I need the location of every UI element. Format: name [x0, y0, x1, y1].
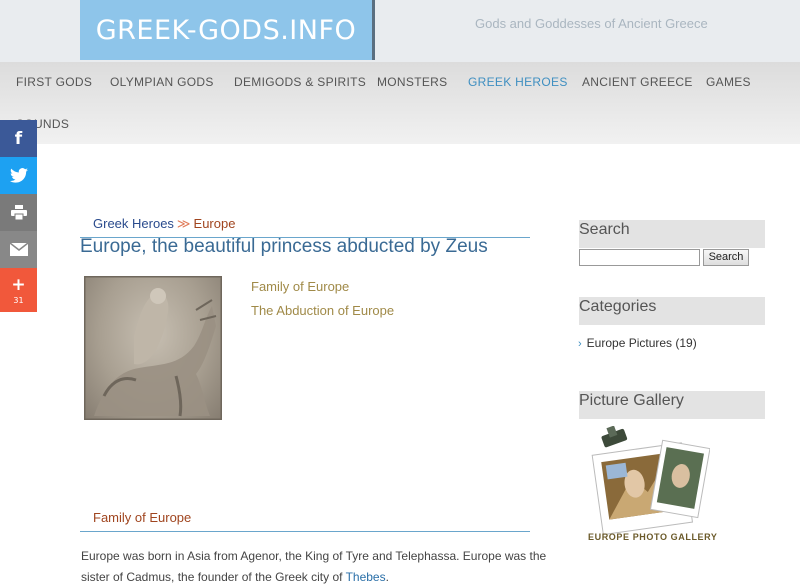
main-nav: FIRST GODS OLYMPIAN GODS DEMIGODS & SPIR… — [0, 62, 800, 144]
email-share-button[interactable] — [0, 231, 37, 268]
logo-text: GREEK-GODS.INFO — [95, 14, 357, 46]
print-icon — [10, 205, 27, 220]
thebes-link[interactable]: Thebes — [346, 570, 386, 584]
more-share-button[interactable]: + 31 — [0, 268, 37, 312]
nav-item-first-gods[interactable]: FIRST GODS — [16, 75, 92, 89]
page-title: Europe, the beautiful princess abducted … — [80, 236, 488, 257]
article-paragraph: Europe was born in Asia from Agenor, the… — [81, 546, 551, 588]
share-bar: f + 31 — [0, 120, 37, 312]
site-tagline: Gods and Goddesses of Ancient Greece — [475, 16, 708, 31]
nav-item-greek-heroes[interactable]: GREEK HEROES — [468, 75, 568, 89]
category-label: Europe Pictures (19) — [586, 336, 697, 350]
gallery-widget-title: Picture Gallery — [579, 391, 765, 419]
twitter-icon — [9, 168, 28, 183]
categories-widget-title: Categories — [579, 297, 765, 325]
chevron-right-icon: › — [578, 338, 582, 350]
nav-item-ancient-greece[interactable]: ANCIENT GREECE — [582, 75, 693, 89]
email-icon — [9, 243, 28, 256]
breadcrumb-parent-link[interactable]: Greek Heroes — [93, 216, 174, 231]
plus-icon: + — [11, 275, 26, 295]
gallery-label: EUROPE PHOTO GALLERY — [588, 532, 718, 542]
search-widget-title: Search — [579, 220, 765, 248]
search-button[interactable]: Search — [703, 249, 749, 266]
europe-relief-image — [84, 276, 222, 420]
search-input[interactable] — [579, 249, 700, 266]
category-item[interactable]: › Europe Pictures (19) — [578, 336, 697, 350]
nav-item-games[interactable]: GAMES — [706, 75, 751, 89]
print-share-button[interactable] — [0, 194, 37, 231]
paragraph-text: Europe was born in Asia from Agenor, the… — [81, 549, 547, 584]
divider — [80, 531, 530, 532]
toc-link-abduction[interactable]: The Abduction of Europe — [251, 303, 394, 318]
nav-item-monsters[interactable]: MONSTERS — [377, 75, 447, 89]
photo-gallery-image[interactable] — [585, 425, 711, 546]
facebook-icon: f — [14, 128, 23, 149]
twitter-share-button[interactable] — [0, 157, 37, 194]
site-header: GREEK-GODS.INFO Gods and Goddesses of An… — [0, 0, 800, 62]
nav-item-demigods-spirits[interactable]: DEMIGODS & SPIRITS — [234, 75, 366, 89]
share-count: 31 — [13, 296, 24, 305]
site-logo[interactable]: GREEK-GODS.INFO — [80, 0, 372, 60]
paragraph-end: . — [385, 570, 389, 584]
nav-item-olympian-gods[interactable]: OLYMPIAN GODS — [110, 75, 214, 89]
breadcrumb: Greek Heroes ≫ Europe — [93, 216, 235, 232]
facebook-share-button[interactable]: f — [0, 120, 37, 157]
breadcrumb-separator: ≫ — [176, 216, 191, 231]
breadcrumb-current: Europe — [193, 216, 236, 231]
section-heading: Family of Europe — [93, 510, 192, 525]
toc-link-family[interactable]: Family of Europe — [251, 279, 349, 294]
